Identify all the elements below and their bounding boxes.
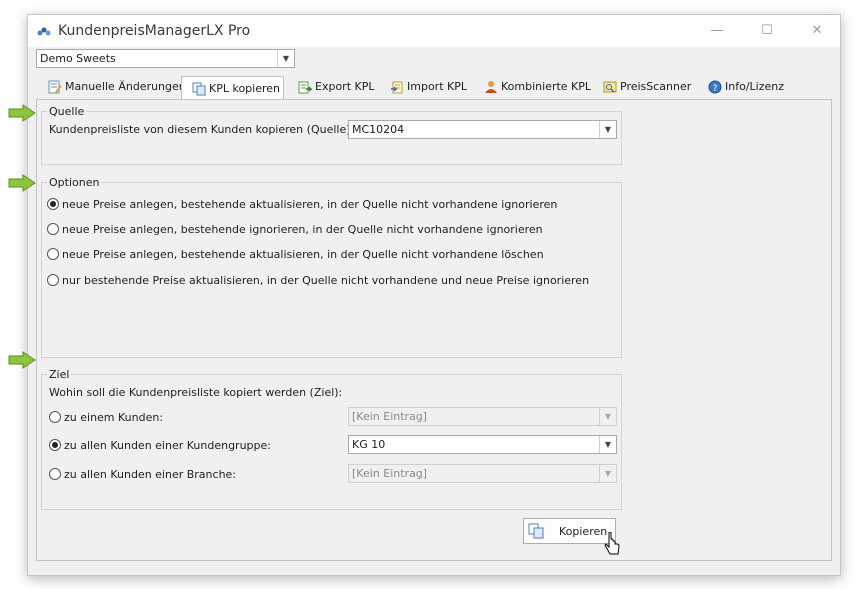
chevron-down-icon: ▼ <box>599 436 616 453</box>
option-radio[interactable] <box>47 248 59 260</box>
ziel-radio[interactable] <box>49 468 61 480</box>
tab-label: Info/Lizenz <box>725 80 784 93</box>
ziel-option-label: zu allen Kunden einer Kundengruppe: <box>64 438 271 452</box>
tab-label: Manuelle Änderungen <box>65 80 186 93</box>
export-icon <box>298 81 312 94</box>
kopieren-button[interactable]: Kopieren <box>523 518 616 544</box>
ziel-question: Wohin soll die Kundenpreisliste kopiert … <box>49 386 343 399</box>
tab-content-panel: Quelle Kundenpreisliste von diesem Kunde… <box>36 99 832 561</box>
ziel-branch-select: [Kein Eintrag] ▼ <box>348 464 617 483</box>
option-label: neue Preise anlegen, bestehende aktualis… <box>62 197 558 211</box>
quelle-customer-value: MC10204 <box>352 123 405 136</box>
ziel-radio-row[interactable]: zu allen Kunden einer Branche: <box>49 466 236 482</box>
ziel-radio[interactable] <box>49 439 61 451</box>
ziel-option-label: zu einem Kunden: <box>64 410 164 424</box>
ziel-customer-group-value: KG 10 <box>352 438 386 451</box>
quelle-group-title: Quelle <box>47 105 87 118</box>
ziel-radio-row[interactable]: zu einem Kunden: <box>49 409 163 425</box>
tab-kpl-kopieren[interactable]: KPL kopieren <box>181 76 284 100</box>
scanner-icon <box>603 81 617 93</box>
ziel-group-title: Ziel <box>47 368 72 381</box>
ziel-radio-row[interactable]: zu allen Kunden einer Kundengruppe: <box>49 437 271 453</box>
option-radio[interactable] <box>47 223 59 235</box>
chevron-down-icon: ▼ <box>599 121 616 138</box>
tab-info-lizenz[interactable]: ? Info/Lizenz <box>708 76 784 98</box>
tab-preisscanner[interactable]: PreisScanner <box>603 76 691 98</box>
import-icon <box>391 81 403 94</box>
green-arrow-icon <box>8 174 36 192</box>
title-bar: KundenpreisManagerLX Pro — ☐ ✕ <box>28 15 840 47</box>
ziel-customer-value: [Kein Eintrag] <box>352 410 428 423</box>
option-label: neue Preise anlegen, bestehende aktualis… <box>62 247 544 261</box>
info-icon: ? <box>708 80 722 94</box>
tab-label: Import KPL <box>407 80 467 93</box>
copy-icon <box>192 82 206 95</box>
green-arrow-icon <box>8 104 36 122</box>
copy-icon <box>528 523 544 539</box>
option-label: nur bestehende Preise aktualisieren, in … <box>62 273 590 287</box>
option-radio[interactable] <box>47 198 59 210</box>
tab-import-kpl[interactable]: Import KPL <box>390 76 467 98</box>
app-logo-icon <box>37 27 51 36</box>
option-radio-row[interactable]: neue Preise anlegen, bestehende ignorier… <box>47 221 543 237</box>
ziel-option-label: zu allen Kunden einer Branche: <box>64 467 237 481</box>
tab-label: Kombinierte KPL <box>501 80 592 93</box>
quelle-label: Kundenpreisliste von diesem Kunden kopie… <box>49 123 355 136</box>
option-radio-row[interactable]: nur bestehende Preise aktualisieren, in … <box>47 272 589 288</box>
chevron-down-icon: ▼ <box>599 408 616 425</box>
app-window: KundenpreisManagerLX Pro — ☐ ✕ Demo Swee… <box>27 14 841 576</box>
company-select-value: Demo Sweets <box>40 52 116 65</box>
option-radio-row[interactable]: neue Preise anlegen, bestehende aktualis… <box>47 246 544 262</box>
ziel-customer-select: [Kein Eintrag] ▼ <box>348 407 617 426</box>
tab-label: Export KPL <box>315 80 375 93</box>
green-arrow-icon <box>8 351 36 369</box>
tab-export-kpl[interactable]: Export KPL <box>298 76 374 98</box>
close-button[interactable]: ✕ <box>806 21 828 41</box>
ziel-customer-group-select[interactable]: KG 10 ▼ <box>348 435 617 454</box>
company-select[interactable]: Demo Sweets ▼ <box>36 49 295 68</box>
mouse-cursor-icon <box>604 532 620 555</box>
optionen-group-title: Optionen <box>47 176 102 189</box>
tab-manuelle-aenderungen[interactable]: Manuelle Änderungen <box>48 76 186 98</box>
svg-text:?: ? <box>713 84 718 94</box>
kopieren-button-label: Kopieren <box>559 524 608 538</box>
edit-list-icon <box>48 80 62 94</box>
minimize-button[interactable]: — <box>706 21 728 41</box>
option-radio-row[interactable]: neue Preise anlegen, bestehende aktualis… <box>47 196 557 212</box>
chevron-down-icon: ▼ <box>599 465 616 482</box>
tab-kombinierte-kpl[interactable]: Kombinierte KPL <box>484 76 591 98</box>
tab-label: KPL kopieren <box>209 81 281 95</box>
tab-label: PreisScanner <box>620 80 692 93</box>
user-list-icon <box>485 81 497 93</box>
ziel-radio[interactable] <box>49 411 61 423</box>
option-label: neue Preise anlegen, bestehende ignorier… <box>62 222 543 236</box>
window-title: KundenpreisManagerLX Pro <box>58 23 251 39</box>
ziel-branch-value: [Kein Eintrag] <box>352 467 428 480</box>
option-radio[interactable] <box>47 274 59 286</box>
maximize-button[interactable]: ☐ <box>756 21 778 41</box>
chevron-down-icon: ▼ <box>277 50 294 67</box>
quelle-customer-select[interactable]: MC10204 ▼ <box>348 120 617 139</box>
